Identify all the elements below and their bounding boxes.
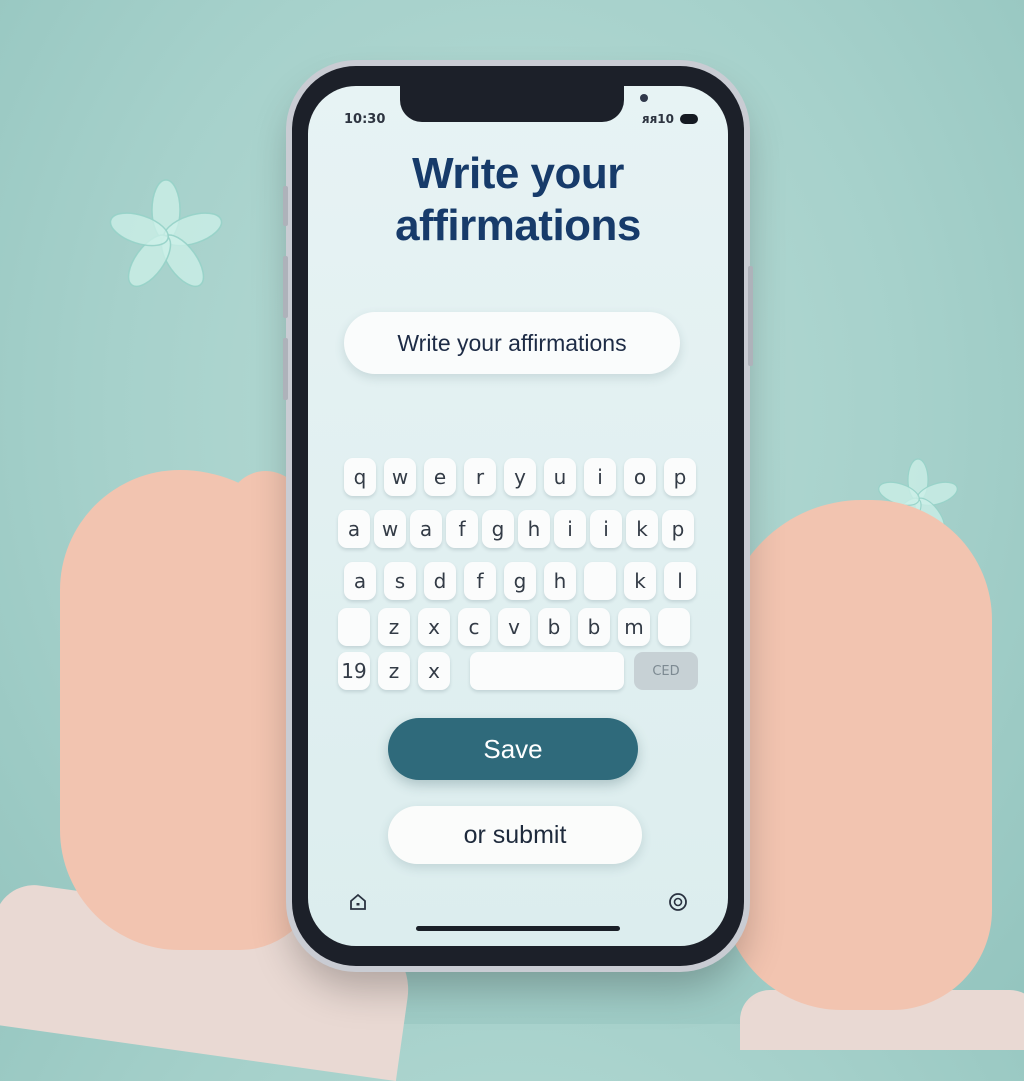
keyboard-key[interactable]: i <box>590 510 622 548</box>
keyboard-key[interactable]: h <box>518 510 550 548</box>
keyboard-key[interactable]: p <box>662 510 694 548</box>
keyboard-key[interactable]: a <box>410 510 442 548</box>
keyboard-key[interactable]: y <box>504 458 536 496</box>
keyboard-key[interactable]: 19 <box>338 652 370 690</box>
keyboard-key[interactable]: i <box>554 510 586 548</box>
phone-screen: 10:30 ᴙᴙ10 Write your affirmations Write… <box>308 86 728 946</box>
keyboard-key[interactable]: k <box>626 510 658 548</box>
status-time: 10:30 <box>344 112 386 127</box>
camera-dot <box>640 94 648 102</box>
keyboard-key[interactable]: a <box>344 562 376 600</box>
page-title: Write your affirmations <box>308 148 728 252</box>
keyboard-key[interactable]: m <box>618 608 650 646</box>
keyboard-key[interactable]: c <box>458 608 490 646</box>
title-line-1: Write your <box>412 149 624 198</box>
keyboard-key[interactable]: z <box>378 608 410 646</box>
flower-decoration-left <box>109 179 223 288</box>
home-icon[interactable] <box>348 892 368 912</box>
keyboard-key[interactable] <box>584 562 616 600</box>
home-indicator[interactable] <box>416 926 620 931</box>
right-hand <box>722 500 992 1010</box>
volume-down-button <box>283 256 288 318</box>
status-indicators: ᴙᴙ10 <box>642 112 698 126</box>
keyboard-key[interactable]: p <box>664 458 696 496</box>
keyboard-key[interactable]: b <box>538 608 570 646</box>
power-button <box>748 266 753 366</box>
battery-icon <box>680 114 698 124</box>
keyboard-key[interactable]: e <box>424 458 456 496</box>
keyboard-key[interactable]: f <box>446 510 478 548</box>
keyboard-key[interactable]: o <box>624 458 656 496</box>
submit-button[interactable]: or submit <box>388 806 642 864</box>
title-line-2: affirmations <box>395 201 641 250</box>
keyboard-key[interactable]: z <box>378 652 410 690</box>
keyboard-key[interactable]: x <box>418 652 450 690</box>
keyboard-key[interactable]: w <box>384 458 416 496</box>
keyboard-key[interactable]: h <box>544 562 576 600</box>
settings-icon[interactable] <box>668 892 688 912</box>
keyboard-key[interactable]: d <box>424 562 456 600</box>
affirmation-input[interactable]: Write your affirmations <box>344 312 680 374</box>
keyboard-key[interactable]: s <box>384 562 416 600</box>
volume-up-button <box>283 186 288 226</box>
keyboard-key[interactable]: i <box>584 458 616 496</box>
notch <box>400 86 648 122</box>
phone-frame: 10:30 ᴙᴙ10 Write your affirmations Write… <box>283 66 753 966</box>
keyboard-key[interactable]: a <box>338 510 370 548</box>
keyboard-key[interactable]: x <box>418 608 450 646</box>
keyboard-key[interactable]: v <box>498 608 530 646</box>
keyboard-key[interactable]: k <box>624 562 656 600</box>
save-button[interactable]: Save <box>388 718 638 780</box>
keyboard-key[interactable] <box>658 608 690 646</box>
keyboard-key[interactable]: r <box>464 458 496 496</box>
keyboard-key[interactable]: q <box>344 458 376 496</box>
keyboard-key[interactable]: g <box>504 562 536 600</box>
return-key[interactable]: CED <box>634 652 698 690</box>
keyboard-key[interactable]: f <box>464 562 496 600</box>
volume-extra-button <box>283 338 288 400</box>
keyboard-key[interactable]: l <box>664 562 696 600</box>
keyboard-key[interactable]: b <box>578 608 610 646</box>
signal-text: ᴙᴙ10 <box>641 112 674 126</box>
space-bar[interactable] <box>470 652 624 690</box>
keyboard-key[interactable]: u <box>544 458 576 496</box>
keyboard-key[interactable] <box>338 608 370 646</box>
keyboard-key[interactable]: w <box>374 510 406 548</box>
keyboard-key[interactable]: g <box>482 510 514 548</box>
